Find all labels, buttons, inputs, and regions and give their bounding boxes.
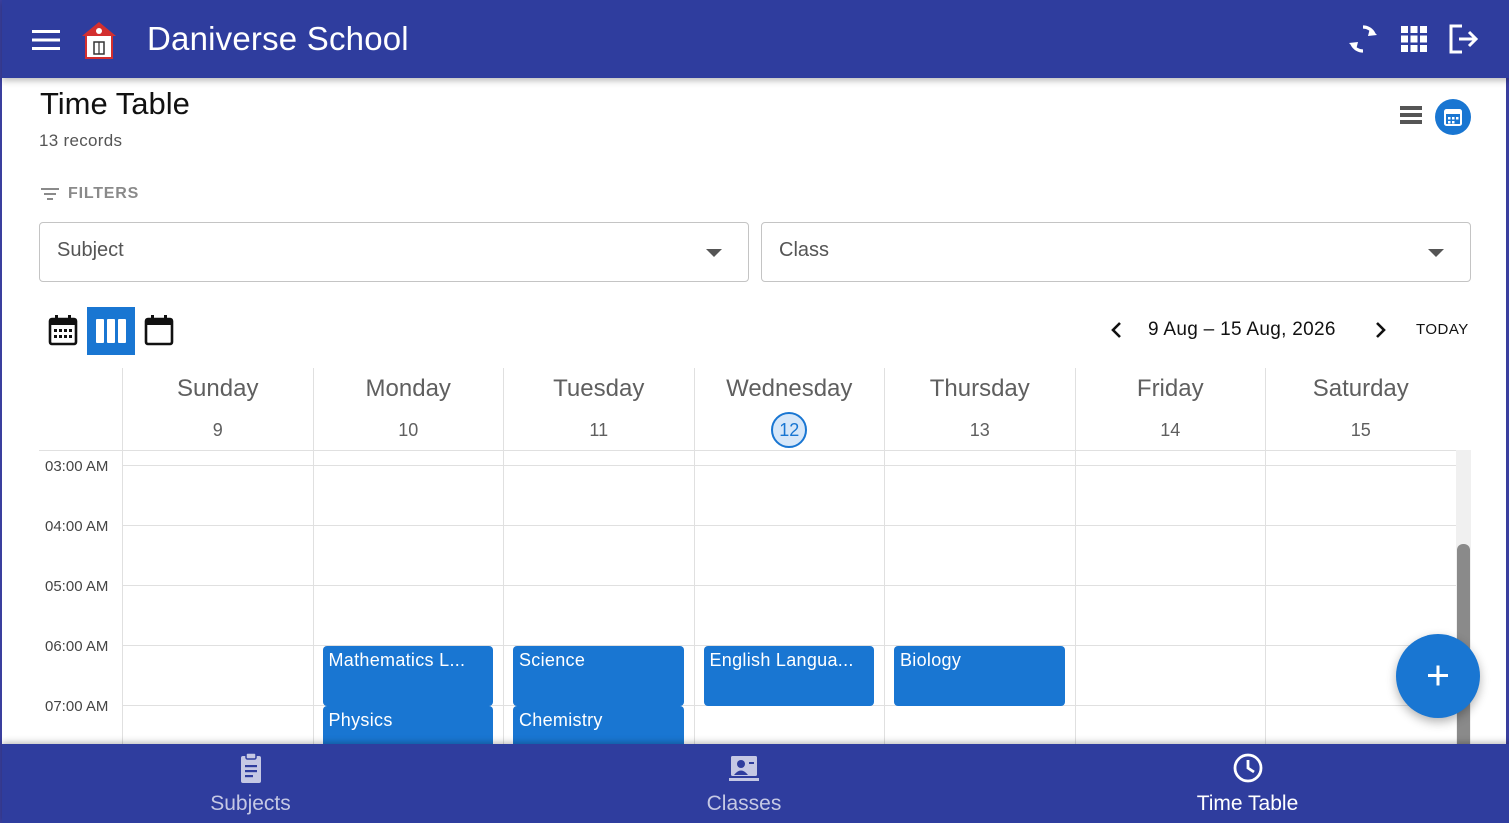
time-slot-line [122,525,1456,526]
day-name: Friday [1136,375,1204,402]
nav-classes-label: Classes [706,792,782,815]
timetable-event[interactable]: English Langua... [703,646,874,706]
next-week-icon[interactable] [1368,318,1392,342]
sync-icon[interactable] [1346,22,1380,56]
logout-icon[interactable] [1447,22,1481,56]
day-date: 10 [398,420,419,440]
day-column-divider [312,450,314,744]
day-view-button[interactable] [135,307,183,355]
day-date: 15 [1350,420,1371,440]
nav-time-table-label: Time Table [1196,792,1299,815]
app-frame: Daniverse School Time Table 13 records F… [0,0,1509,823]
nav-classes[interactable]: Classes [499,744,989,823]
filters-toggle[interactable]: FILTERS [40,185,139,203]
day-header[interactable]: Thursday 13 [884,368,1075,450]
day-name: Sunday [177,375,259,402]
apps-grid-icon[interactable] [1397,22,1431,56]
day-header[interactable]: Saturday 15 [1265,368,1456,450]
today-date-badge: 12 [771,412,808,448]
day-column-divider [884,450,885,744]
school-logo-icon [82,22,116,59]
nav-subjects[interactable]: Subjects [2,744,499,823]
timetable-event[interactable]: Mathematics L... [322,646,493,706]
add-button[interactable] [1396,634,1480,718]
subject-select[interactable]: Subject [39,222,749,282]
clipboard-icon [240,752,261,783]
app-bar: Daniverse School [2,0,1509,78]
day-header[interactable]: Wednesday 12 [693,368,885,450]
time-slot-line [122,465,1456,466]
nav-subjects-label: Subjects [210,792,291,815]
record-count: 13 records [39,131,123,150]
week-columns-icon [96,319,126,343]
week-calendar: Sunday 9 Monday 10 Tuesday 11 Wednesday 12 Thurs… [39,368,1471,744]
page-title: Time Table [40,86,190,121]
clock-icon [1233,753,1262,783]
day-header[interactable]: Tuesday 11 [503,368,694,450]
chevron-down-icon [706,249,722,257]
class-select-label: Class [779,239,830,261]
header-divider [39,450,1471,451]
day-header[interactable]: Friday 14 [1074,368,1266,450]
app-title: Daniverse School [147,20,409,57]
day-column-divider [503,450,504,744]
day-calendar-icon [144,315,174,346]
date-range: 9 Aug – 15 Aug, 2026 [1148,319,1336,340]
nav-time-table[interactable]: Time Table [989,744,1506,823]
timetable-event[interactable]: Biology [894,646,1065,706]
chevron-down-icon [1428,249,1444,257]
day-header[interactable]: Sunday 9 [122,368,313,450]
class-select[interactable]: Class [761,222,1471,282]
classroom-icon [729,756,759,781]
day-name: Tuesday [553,375,645,402]
menu-icon[interactable] [30,25,62,55]
day-name: Saturday [1312,375,1409,402]
day-name: Monday [365,375,451,402]
calendar-view-toggle[interactable] [1435,99,1471,135]
calendar-icon [1444,109,1462,126]
day-column-divider [1265,450,1266,744]
day-date: 14 [1160,420,1181,440]
day-date: 9 [212,420,223,440]
day-column-divider [1074,450,1076,744]
filters-label: FILTERS [68,185,140,202]
list-view-icon[interactable] [1397,101,1425,129]
bottom-navigation: Subjects Classes Time Table [2,744,1509,823]
time-slot-label: 04:00 AM [45,518,109,535]
timetable-event[interactable]: Chemistry [513,706,684,744]
month-calendar-icon [48,315,78,346]
filter-icon [41,188,59,200]
time-slot-label: 03:00 AM [45,458,109,475]
day-header[interactable]: Monday 10 [312,368,504,450]
day-column-divider [693,450,695,744]
timetable-event[interactable]: Science [513,646,684,706]
subject-select-label: Subject [57,239,124,261]
day-name: Wednesday [726,375,853,402]
week-view-button[interactable] [87,307,135,355]
time-slot-line [122,585,1456,586]
day-date: 11 [589,420,609,440]
time-slot-label: 05:00 AM [45,578,109,595]
previous-week-icon[interactable] [1105,318,1129,342]
timetable-event[interactable]: Physics [322,706,493,744]
day-name: Thursday [929,375,1030,402]
day-date: 13 [969,420,990,440]
plus-icon [1428,665,1448,686]
day-column-divider [122,450,123,744]
month-view-button[interactable] [39,307,87,355]
today-button[interactable]: TODAY [1416,321,1469,338]
time-slot-label: 06:00 AM [45,638,109,655]
time-slot-label: 07:00 AM [45,698,109,715]
